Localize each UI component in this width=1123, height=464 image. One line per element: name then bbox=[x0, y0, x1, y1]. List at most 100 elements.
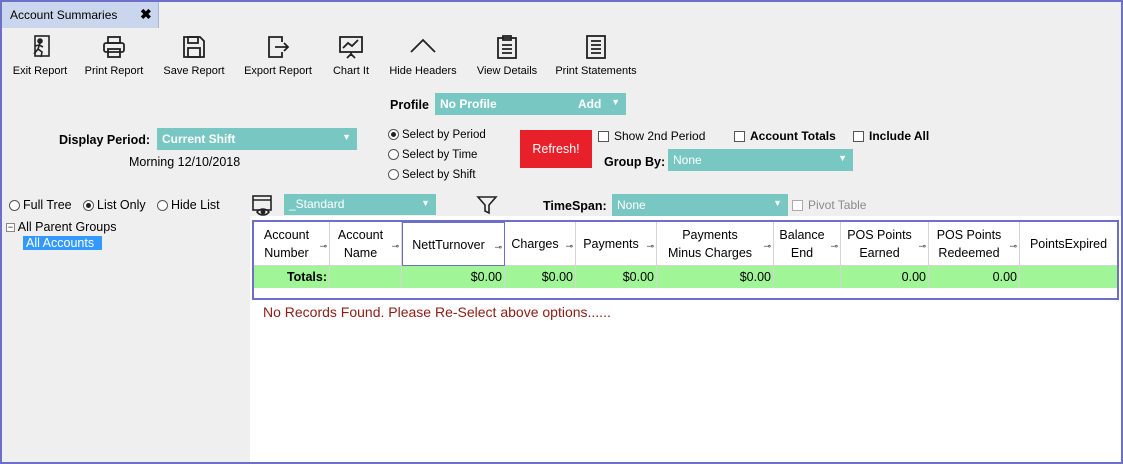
group-by-label: Group By: bbox=[604, 155, 666, 169]
collapse-icon[interactable]: − bbox=[6, 223, 15, 232]
checkbox-icon bbox=[853, 131, 864, 142]
pin-icon[interactable]: ⊸ bbox=[1009, 237, 1017, 255]
column-header-payments-minus-charges[interactable]: Payments Minus Charges ⊸ bbox=[657, 222, 774, 266]
checkbox-icon bbox=[598, 131, 609, 142]
pin-icon[interactable]: ⊸ bbox=[763, 237, 771, 255]
timespan-value: None bbox=[617, 198, 646, 212]
totals-balance-end bbox=[774, 266, 841, 288]
select-by-time-radio[interactable]: Select by Time bbox=[388, 149, 477, 161]
tab-title: Account Summaries bbox=[10, 8, 118, 22]
report-grid-area: Account Number ⊸ Account Name ⊸ NettTurnov… bbox=[250, 216, 1121, 462]
display-period-label: Display Period: bbox=[59, 133, 150, 147]
column-header-nett-turnover[interactable]: NettTurnover ⊸ bbox=[402, 222, 505, 266]
display-period-select[interactable]: Current Shift ▼ bbox=[157, 128, 357, 150]
checkbox-icon bbox=[792, 200, 803, 211]
tree-node-all-accounts[interactable]: All Accounts bbox=[23, 236, 103, 250]
column-header-pos-points-redeemed[interactable]: POS Points Redeemed ⊸ bbox=[929, 222, 1020, 266]
export-report-label: Export Report bbox=[244, 65, 312, 77]
timespan-select[interactable]: None ▼ bbox=[612, 194, 788, 216]
print-statements-label: Print Statements bbox=[555, 65, 637, 77]
export-icon bbox=[268, 36, 290, 58]
statement-icon bbox=[586, 35, 606, 59]
print-statements-button[interactable]: Print Statements bbox=[552, 34, 640, 77]
column-header-account-number[interactable]: Account Number ⊸ bbox=[254, 222, 330, 266]
select-by-shift-radio[interactable]: Select by Shift bbox=[388, 169, 476, 181]
column-header-balance-end[interactable]: Balance End ⊸ bbox=[774, 222, 841, 266]
clipboard-icon bbox=[497, 35, 517, 59]
include-all-checkbox[interactable]: Include All bbox=[853, 129, 929, 143]
view-details-label: View Details bbox=[476, 65, 538, 77]
pin-icon[interactable]: ⊸ bbox=[391, 237, 399, 255]
show-2nd-period-checkbox[interactable]: Show 2nd Period bbox=[598, 129, 705, 143]
select-by-period-radio[interactable]: Select by Period bbox=[388, 129, 486, 141]
layout-select[interactable]: _Standard ▼ bbox=[284, 194, 436, 215]
close-icon[interactable]: ✖ bbox=[140, 6, 152, 23]
print-report-button[interactable]: Print Report bbox=[82, 34, 146, 77]
group-by-select[interactable]: None ▼ bbox=[668, 149, 853, 171]
profile-value: No Profile bbox=[440, 97, 497, 111]
chevron-down-icon: ▼ bbox=[342, 132, 351, 142]
report-window: Account Summaries ✖ Exit Report Print Re… bbox=[0, 0, 1123, 464]
chart-it-button[interactable]: Chart It bbox=[328, 34, 374, 77]
chevron-down-icon: ▼ bbox=[773, 198, 782, 208]
radio-icon bbox=[157, 200, 168, 211]
save-report-button[interactable]: Save Report bbox=[162, 34, 226, 77]
pin-icon[interactable]: ⊸ bbox=[494, 238, 502, 256]
radio-icon bbox=[388, 169, 399, 180]
floppy-disk-icon bbox=[183, 36, 205, 58]
group-by-value: None bbox=[673, 153, 702, 167]
column-header-payments[interactable]: Payments ⊸ bbox=[576, 222, 657, 266]
refresh-button[interactable]: Refresh! bbox=[520, 130, 592, 168]
add-profile-button[interactable]: Add bbox=[578, 97, 601, 111]
pin-icon[interactable]: ⊸ bbox=[918, 237, 926, 255]
column-header-points-expired[interactable]: PointsExpired bbox=[1020, 222, 1117, 266]
exit-icon bbox=[33, 35, 50, 58]
exit-report-label: Exit Report bbox=[12, 65, 68, 77]
hide-list-radio[interactable]: Hide List bbox=[157, 198, 220, 212]
exit-report-button[interactable]: Exit Report bbox=[10, 34, 70, 77]
tab-account-summaries[interactable]: Account Summaries ✖ bbox=[2, 2, 159, 28]
totals-charges: $0.00 bbox=[505, 266, 576, 288]
totals-payments: $0.00 bbox=[576, 266, 657, 288]
pin-icon[interactable]: ⊸ bbox=[830, 237, 838, 255]
chevron-down-icon: ▼ bbox=[838, 153, 847, 163]
column-header-charges[interactable]: Charges ⊸ bbox=[505, 222, 576, 266]
hide-headers-button[interactable]: Hide Headers bbox=[386, 34, 460, 77]
list-only-radio[interactable]: List Only bbox=[83, 198, 146, 212]
totals-points-expired bbox=[1020, 266, 1117, 288]
profile-label: Profile bbox=[390, 98, 429, 112]
pin-icon[interactable]: ⊸ bbox=[565, 237, 573, 255]
totals-pos-points-redeemed: 0.00 bbox=[929, 266, 1020, 288]
chevron-down-icon: ▼ bbox=[421, 198, 430, 208]
totals-payments-minus-charges: $0.00 bbox=[657, 266, 774, 288]
view-details-button[interactable]: View Details bbox=[474, 34, 540, 77]
radio-icon bbox=[9, 200, 20, 211]
period-description: Morning 12/10/2018 bbox=[129, 155, 241, 169]
column-header-pos-points-earned[interactable]: POS Points Earned ⊸ bbox=[841, 222, 929, 266]
account-totals-checkbox[interactable]: Account Totals bbox=[734, 129, 836, 143]
profile-select[interactable]: No Profile Add ▼ bbox=[435, 93, 626, 115]
radio-icon bbox=[388, 149, 399, 160]
chevron-down-icon: ▼ bbox=[611, 97, 620, 107]
totals-nett-turnover: $0.00 bbox=[402, 266, 505, 288]
full-tree-radio[interactable]: Full Tree bbox=[9, 198, 72, 212]
printer-icon bbox=[103, 36, 125, 58]
column-header-account-name[interactable]: Account Name ⊸ bbox=[330, 222, 402, 266]
totals-pos-points-earned: 0.00 bbox=[841, 266, 929, 288]
pin-icon[interactable]: ⊸ bbox=[646, 237, 654, 255]
account-tree: − All Parent Groups All Accounts bbox=[6, 220, 116, 250]
totals-label: Totals: bbox=[254, 266, 330, 288]
pivot-table-checkbox[interactable]: Pivot Table bbox=[792, 198, 866, 212]
chevron-up-icon bbox=[410, 38, 436, 53]
pin-icon[interactable]: ⊸ bbox=[319, 237, 327, 255]
tree-node-root[interactable]: − All Parent Groups bbox=[6, 220, 116, 234]
hide-headers-label: Hide Headers bbox=[389, 65, 457, 77]
layout-value: _Standard bbox=[289, 197, 345, 211]
export-report-button[interactable]: Export Report bbox=[242, 34, 314, 77]
totals-account-name bbox=[330, 266, 402, 288]
report-grid: Account Number ⊸ Account Name ⊸ NettTurnov… bbox=[252, 220, 1119, 300]
no-records-message: No Records Found. Please Re-Select above… bbox=[263, 304, 611, 320]
chart-icon bbox=[339, 36, 363, 59]
print-report-label: Print Report bbox=[84, 65, 144, 77]
chart-it-label: Chart It bbox=[332, 65, 370, 77]
